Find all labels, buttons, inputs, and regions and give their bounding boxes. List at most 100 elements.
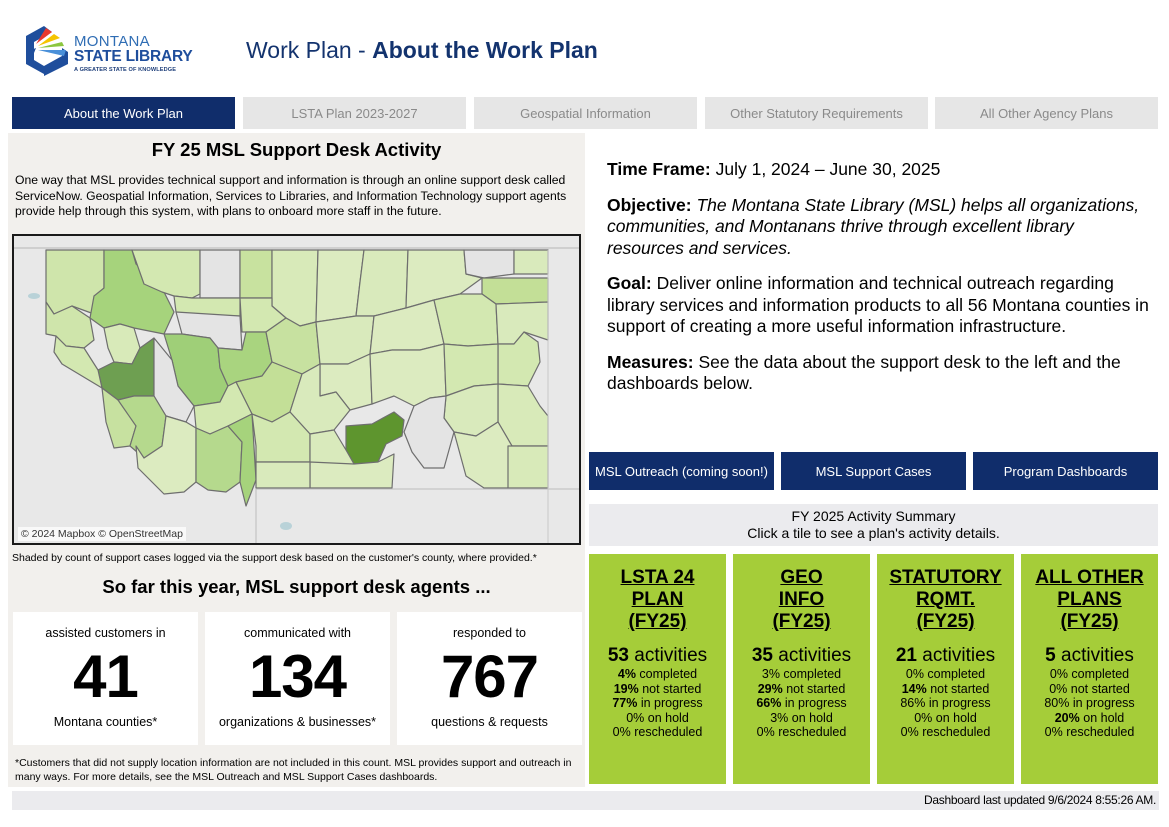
support-desk-panel: FY 25 MSL Support Desk Activity One way … — [8, 133, 585, 787]
stat-percent: 0% — [626, 710, 645, 725]
tile-stat: 80% in progress — [1021, 696, 1158, 711]
tile-stat: 86% in progress — [877, 696, 1014, 711]
county[interactable] — [195, 425, 243, 493]
stat-label: on hold — [644, 710, 689, 725]
tile-activity-count: 21 activities — [877, 645, 1014, 667]
agents-title: So far this year, MSL support desk agent… — [102, 576, 491, 597]
stat-percent: 77% — [612, 696, 638, 711]
tile-geo-info[interactable]: GEO INFO (FY25) 35 activities 3% completed 29… — [733, 554, 870, 784]
msl-support-cases-button[interactable]: MSL Support Cases — [781, 452, 966, 490]
stat-percent: 20% — [1054, 710, 1080, 725]
montana-county-choropleth[interactable] — [14, 236, 579, 543]
county[interactable] — [255, 461, 311, 489]
tile-title[interactable]: ALL OTHER PLANS (FY25) — [1021, 567, 1158, 633]
stat-label: completed — [779, 667, 842, 681]
page-title-prefix: Work Plan - — [246, 37, 373, 63]
tile-title-line: (FY25) — [772, 611, 831, 632]
logo-line-state-library: STATE LIBRARY — [74, 48, 193, 65]
tab-label: Geospatial Information — [520, 105, 651, 121]
kpi-bottom-label: organizations & businesses* — [218, 715, 377, 729]
stat-label: on hold — [932, 710, 977, 725]
county[interactable] — [239, 249, 273, 299]
program-dashboards-button[interactable]: Program Dashboards — [973, 452, 1158, 490]
msl-logo: MONTANA STATE LIBRARY A GREATER STATE OF… — [22, 24, 212, 78]
activity-summary-header: FY 2025 Activity Summary Click a tile to… — [589, 504, 1158, 546]
measures-label: Measures: — [607, 351, 694, 372]
stat-percent: 3% — [761, 667, 780, 681]
stat-label: in progress — [637, 696, 703, 711]
stat-percent: 14% — [901, 681, 927, 696]
tab-about-the-work-plan[interactable]: About the Work Plan — [12, 97, 235, 129]
tile-title-line: (FY25) — [628, 611, 687, 632]
tile-title-line: GEO — [780, 567, 823, 588]
county[interactable] — [199, 249, 241, 299]
stat-label: rescheduled — [918, 725, 991, 740]
tile-stat: 19% not started — [589, 682, 726, 697]
county[interactable] — [507, 445, 549, 489]
county-map[interactable]: © 2024 Mapbox © OpenStreetMap — [12, 234, 581, 545]
time-frame-label: Time Frame: — [607, 159, 711, 179]
msl-logo-icon — [26, 26, 68, 76]
work-plan-info: Time Frame: July 1, 2024 – June 30, 2025… — [607, 159, 1152, 409]
tab-all-other-agency-plans[interactable]: All Other Agency Plans — [935, 97, 1158, 129]
stat-label: not started — [638, 681, 702, 696]
county[interactable] — [369, 343, 447, 407]
objective-label: Objective: — [607, 194, 692, 215]
tile-stat: 0% not started — [1021, 682, 1158, 697]
tab-geospatial-information[interactable]: Geospatial Information — [474, 97, 697, 129]
tile-stat: 0% rescheduled — [877, 725, 1014, 740]
kpi-counties: assisted customers in 41 Montana countie… — [13, 612, 198, 745]
measures: Measures: See the data about the support… — [607, 352, 1152, 395]
objective: Objective: The Montana State Library (MS… — [607, 195, 1152, 260]
logo-line-montana: MONTANA — [74, 33, 150, 50]
button-label: MSL Outreach (coming soon!) — [595, 463, 768, 479]
tile-stat: 0% completed — [1021, 667, 1158, 682]
county[interactable] — [433, 293, 499, 347]
tile-stat: 0% rescheduled — [1021, 725, 1158, 740]
stat-percent: 0% — [756, 725, 775, 740]
summary-subtitle: Click a tile to see a plan's activity de… — [747, 525, 1000, 541]
tile-statutory-rqmt[interactable]: STATUTORY RQMT. (FY25) 21 activities 0% comp… — [877, 554, 1014, 784]
tab-label: All Other Agency Plans — [980, 105, 1113, 121]
logo-tagline: A GREATER STATE OF KNOWLEDGE — [74, 67, 177, 73]
goal-value: Deliver online information and technical… — [607, 273, 1149, 336]
tab-label: Other Statutory Requirements — [730, 105, 903, 121]
stat-label: on hold — [788, 710, 833, 725]
stat-label: rescheduled — [774, 725, 847, 740]
tile-stat: 0% rescheduled — [589, 725, 726, 740]
county[interactable] — [463, 249, 515, 279]
stat-percent: 0% — [900, 725, 919, 740]
county[interactable] — [513, 249, 549, 275]
stat-label: in progress — [781, 696, 847, 711]
tile-stat: 29% not started — [733, 682, 870, 697]
kpi-top-label: assisted customers in — [45, 626, 166, 640]
tab-lsta-plan[interactable]: LSTA Plan 2023-2027 — [243, 97, 466, 129]
tile-stat: 0% rescheduled — [733, 725, 870, 740]
county[interactable] — [355, 249, 409, 317]
tile-title[interactable]: STATUTORY RQMT. (FY25) — [877, 567, 1014, 633]
map-attribution[interactable]: © 2024 Mapbox © OpenStreetMap — [18, 527, 186, 541]
map-caption: Shaded by count of support cases logged … — [12, 552, 537, 564]
tile-title-line: STATUTORY — [889, 567, 1002, 588]
stat-label: on hold — [1079, 710, 1125, 725]
tile-all-other-plans[interactable]: ALL OTHER PLANS (FY25) 5 activities 0% compl… — [1021, 554, 1158, 784]
tab-other-statutory-requirements[interactable]: Other Statutory Requirements — [705, 97, 928, 129]
stat-label: not started — [782, 681, 846, 696]
tile-title[interactable]: LSTA 24 PLAN (FY25) — [589, 567, 726, 633]
footer: Dashboard last updated 9/6/2024 8:55:26 … — [12, 791, 1159, 810]
tile-title-line: (FY25) — [916, 611, 975, 632]
stat-percent: 0% — [612, 725, 631, 740]
county[interactable] — [481, 277, 549, 305]
page-title: Work Plan - About the Work Plan — [246, 37, 598, 64]
kpi-top-label: communicated with — [244, 626, 351, 640]
msl-outreach-button[interactable]: MSL Outreach (coming soon!) — [589, 452, 774, 490]
tile-lsta-24-plan[interactable]: LSTA 24 PLAN (FY25) 53 activities 4% complet… — [589, 554, 726, 784]
tile-title-line: (FY25) — [1060, 611, 1119, 632]
tile-title[interactable]: GEO INFO (FY25) — [733, 567, 870, 633]
summary-title: FY 2025 Activity Summary — [791, 508, 956, 524]
activity-count-value: 53 — [607, 645, 629, 666]
support-desk-footnote: *Customers that did not supply location … — [15, 757, 572, 783]
support-desk-title: FY 25 MSL Support Desk Activity — [151, 139, 442, 160]
goal-label: Goal: — [607, 273, 652, 293]
kpi-top-label: responded to — [453, 626, 526, 640]
